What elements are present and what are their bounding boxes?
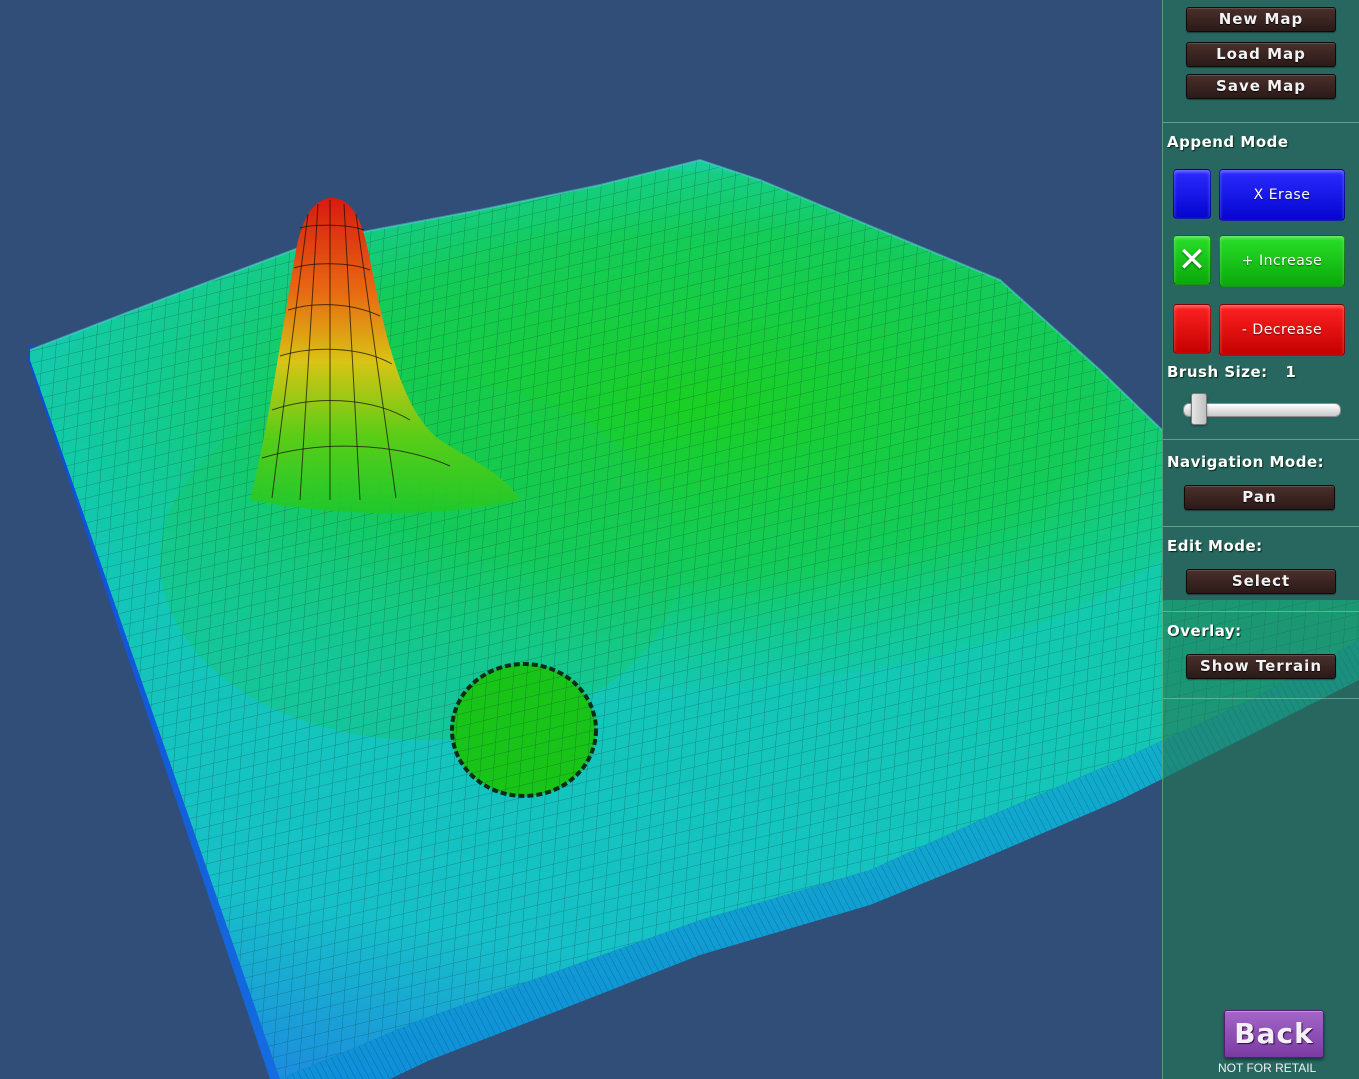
decrease-button[interactable]: - Decrease	[1219, 304, 1345, 356]
navigation-mode-label: Navigation Mode:	[1167, 453, 1325, 471]
not-for-retail-note: NOT FOR RETAIL	[1218, 1061, 1317, 1075]
edit-mode-section: Edit Mode: Select	[1163, 527, 1359, 612]
terrain-mesh[interactable]	[0, 0, 1359, 1079]
check-x-icon: ✕	[1177, 240, 1207, 280]
brush-size-label: Brush Size: 1	[1167, 363, 1296, 381]
brush-cursor	[450, 662, 598, 798]
brush-size-slider-handle[interactable]	[1191, 393, 1207, 425]
navigation-mode-button[interactable]: Pan	[1184, 485, 1335, 510]
save-map-button[interactable]: Save Map	[1186, 74, 1336, 99]
back-button[interactable]: Back	[1224, 1010, 1324, 1058]
decrease-swatch[interactable]	[1173, 304, 1211, 354]
load-map-button[interactable]: Load Map	[1186, 42, 1336, 67]
append-mode-label: Append Mode	[1167, 133, 1289, 151]
edit-mode-button[interactable]: Select	[1186, 569, 1336, 594]
editor-side-panel: New Map Load Map Save Map Append Mode X …	[1162, 0, 1359, 1079]
increase-button[interactable]: + Increase	[1219, 235, 1345, 287]
erase-swatch[interactable]	[1173, 169, 1211, 219]
brush-size-value: 1	[1285, 363, 1297, 381]
brush-size-caption: Brush Size:	[1167, 363, 1268, 381]
overlay-label: Overlay:	[1167, 622, 1242, 640]
increase-swatch[interactable]: ✕	[1173, 235, 1211, 285]
overlay-section: Overlay: Show Terrain	[1163, 612, 1359, 699]
navigation-mode-section: Navigation Mode: Pan	[1163, 440, 1359, 527]
erase-button[interactable]: X Erase	[1219, 169, 1345, 221]
edit-mode-label: Edit Mode:	[1167, 537, 1263, 555]
overlay-button[interactable]: Show Terrain	[1186, 654, 1336, 679]
terrain-viewport[interactable]	[0, 0, 1359, 1079]
new-map-button[interactable]: New Map	[1186, 7, 1336, 32]
file-section: New Map Load Map Save Map	[1163, 0, 1359, 123]
